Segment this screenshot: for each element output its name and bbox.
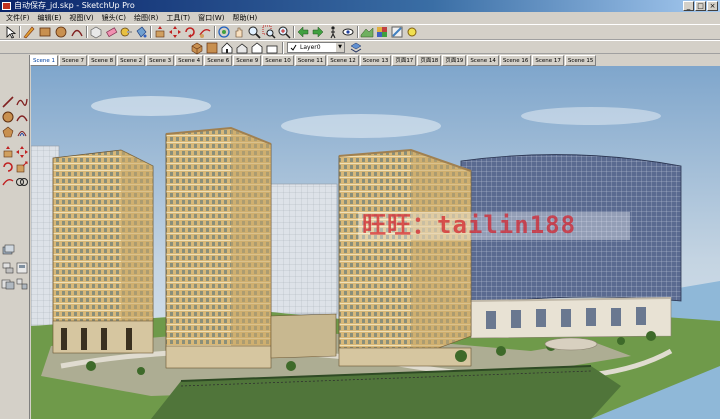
circle-icon[interactable] bbox=[54, 25, 68, 39]
tab-scene-6[interactable]: Scene 6 bbox=[204, 55, 233, 66]
model-viewport[interactable]: 旺旺：tailin188 bbox=[31, 66, 720, 419]
tab-scene-2[interactable]: Scene 2 bbox=[117, 55, 146, 66]
follow-me-icon[interactable] bbox=[198, 25, 212, 39]
push-pull-tool-icon[interactable] bbox=[1, 145, 15, 159]
tape-measure-icon[interactable] bbox=[119, 25, 133, 39]
layer-select[interactable]: Layer0 ▼ bbox=[287, 42, 345, 53]
next-view-icon[interactable] bbox=[311, 25, 325, 39]
right-view-icon[interactable] bbox=[235, 41, 249, 55]
circle-tool-icon[interactable] bbox=[1, 110, 15, 124]
eraser-icon[interactable] bbox=[104, 25, 118, 39]
menu-view[interactable]: 视图(V) bbox=[65, 12, 97, 24]
outliner-icon[interactable] bbox=[1, 261, 15, 275]
tab-scene-16[interactable]: Scene 16 bbox=[499, 55, 532, 66]
tab-scene-7[interactable]: Scene 7 bbox=[59, 55, 88, 66]
tab-scene-9[interactable]: Scene 9 bbox=[233, 55, 262, 66]
look-around-icon[interactable] bbox=[341, 25, 355, 39]
watermark-text: 旺旺：tailin188 bbox=[362, 211, 577, 239]
iso-view-icon[interactable] bbox=[190, 41, 204, 55]
top-view-icon[interactable] bbox=[205, 41, 219, 55]
materials-icon[interactable] bbox=[375, 25, 389, 39]
menu-window[interactable]: 窗口(W) bbox=[194, 12, 228, 24]
polygon-icon[interactable] bbox=[1, 125, 15, 139]
walk-icon[interactable] bbox=[326, 25, 340, 39]
rotate-icon[interactable] bbox=[183, 25, 197, 39]
back-view-icon[interactable] bbox=[250, 41, 264, 55]
group-icon[interactable] bbox=[1, 277, 15, 291]
paint-bucket-icon[interactable] bbox=[134, 25, 148, 39]
front-view-icon[interactable] bbox=[220, 41, 234, 55]
layer-manager-icon[interactable] bbox=[349, 41, 363, 55]
layer-select-value: Layer0 bbox=[300, 44, 321, 51]
follow-me-tool-icon[interactable] bbox=[1, 175, 15, 189]
menu-draw[interactable]: 绘图(R) bbox=[130, 12, 162, 24]
zoom-extents-icon[interactable] bbox=[277, 25, 291, 39]
tab-scene-12[interactable]: Scene 12 bbox=[327, 55, 359, 66]
close-button[interactable]: × bbox=[707, 1, 718, 11]
menu-tools[interactable]: 工具(T) bbox=[162, 12, 194, 24]
window-title: 自动保存_jd.skp - SketchUp Pro bbox=[14, 1, 135, 10]
menu-file[interactable]: 文件(F) bbox=[2, 12, 34, 24]
tab-scene-11[interactable]: Scene 11 bbox=[294, 55, 327, 66]
rectangle-icon[interactable] bbox=[38, 25, 52, 39]
menu-edit[interactable]: 编辑(E) bbox=[34, 12, 66, 24]
tab-scene-4[interactable]: Scene 4 bbox=[175, 55, 204, 66]
menu-bar: 文件(F) 编辑(E) 视图(V) 镜头(C) 绘图(R) 工具(T) 窗口(W… bbox=[0, 12, 720, 24]
tab-page-17[interactable]: 页面17 bbox=[392, 55, 417, 66]
tab-scene-8[interactable]: Scene 8 bbox=[88, 55, 117, 66]
menu-camera[interactable]: 镜头(C) bbox=[98, 12, 130, 24]
layers-panel-icon[interactable] bbox=[1, 243, 15, 257]
title-bar: 自动保存_jd.skp - SketchUp Pro _ □ × bbox=[0, 0, 720, 12]
rotate-tool-icon[interactable] bbox=[1, 160, 15, 174]
chevron-down-icon[interactable]: ▼ bbox=[336, 43, 344, 52]
tab-scene-14[interactable]: Scene 14 bbox=[467, 55, 499, 66]
intersect-icon[interactable] bbox=[15, 175, 29, 189]
pencil-icon[interactable] bbox=[22, 25, 36, 39]
line-icon[interactable] bbox=[1, 95, 15, 109]
tab-page-19[interactable]: 页面19 bbox=[442, 55, 467, 66]
tab-scene-17[interactable]: Scene 17 bbox=[532, 55, 564, 66]
arc-tool-icon[interactable] bbox=[15, 110, 29, 124]
previous-view-icon[interactable] bbox=[296, 25, 310, 39]
views-toolbar: Layer0 ▼ bbox=[0, 40, 720, 55]
left-view-icon[interactable] bbox=[265, 41, 279, 55]
tab-page-18[interactable]: 页面18 bbox=[417, 55, 442, 66]
architectural-model-render bbox=[31, 66, 720, 419]
sandbox-icon[interactable] bbox=[360, 25, 374, 39]
menu-help[interactable]: 帮助(H) bbox=[228, 12, 261, 24]
main-toolbar bbox=[0, 24, 720, 40]
select-icon[interactable] bbox=[4, 25, 18, 39]
tab-scene-10[interactable]: Scene 10 bbox=[262, 55, 294, 66]
left-tool-palette bbox=[0, 55, 30, 419]
component-icon[interactable] bbox=[89, 25, 103, 39]
tab-scene-15[interactable]: Scene 15 bbox=[564, 55, 597, 66]
move-icon[interactable] bbox=[168, 25, 182, 39]
push-pull-icon[interactable] bbox=[153, 25, 167, 39]
styles-icon[interactable] bbox=[390, 25, 404, 39]
sketchup-window: 自动保存_jd.skp - SketchUp Pro _ □ × 文件(F) 编… bbox=[0, 0, 720, 419]
scene-tabs: Scene 1 Scene 7 Scene 8 Scene 2 Scene 3 … bbox=[30, 55, 720, 66]
entity-info-icon[interactable] bbox=[15, 261, 29, 275]
explode-icon[interactable] bbox=[15, 277, 29, 291]
minimize-button[interactable]: _ bbox=[683, 1, 694, 11]
shadows-icon[interactable] bbox=[405, 25, 419, 39]
checkmark-icon bbox=[290, 44, 297, 51]
tab-scene-1[interactable]: Scene 1 bbox=[30, 55, 59, 66]
move-tool-icon[interactable] bbox=[15, 145, 29, 159]
zoom-icon[interactable] bbox=[247, 25, 261, 39]
scale-icon[interactable] bbox=[15, 160, 29, 174]
freehand-icon[interactable] bbox=[15, 95, 29, 109]
zoom-window-icon[interactable] bbox=[262, 25, 276, 39]
pan-icon[interactable] bbox=[232, 25, 246, 39]
offset-icon[interactable] bbox=[15, 125, 29, 139]
orbit-icon[interactable] bbox=[217, 25, 231, 39]
app-icon bbox=[2, 2, 11, 10]
tab-scene-3[interactable]: Scene 3 bbox=[146, 55, 175, 66]
maximize-button[interactable]: □ bbox=[695, 1, 706, 11]
tab-scene-13[interactable]: Scene 13 bbox=[359, 55, 392, 66]
arc-icon[interactable] bbox=[70, 25, 84, 39]
